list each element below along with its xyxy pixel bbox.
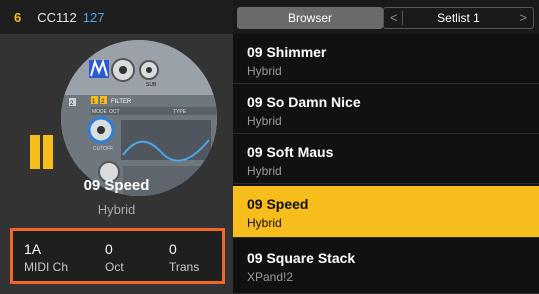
patch-item-name: 09 Soft Maus	[247, 144, 334, 160]
cc-label: CC112	[37, 9, 77, 25]
art-label-filter: FILTER	[111, 99, 132, 105]
art-label-oct: OCT	[109, 109, 120, 115]
cc-value: 127	[82, 9, 105, 25]
patch-list-item-selected[interactable]: 09 Speed Hybrid	[233, 186, 539, 238]
octave-value: 0	[105, 241, 113, 257]
patch-item-type: Hybrid	[247, 114, 282, 128]
patch-item-name: 09 Speed	[247, 196, 309, 212]
midi-channel-label: MIDI Ch	[24, 260, 69, 274]
patch-item-type: Hybrid	[247, 164, 282, 178]
patch-item-type: XPand!2	[247, 270, 294, 284]
transpose-control[interactable]: 0 Trans	[169, 241, 199, 274]
midi-status-bar: 6 CC112 127	[0, 0, 233, 34]
browser-panel: Browser < Setlist 1 > 09 Shimmer Hybrid …	[233, 0, 539, 294]
divider	[402, 11, 403, 25]
patch-list-item[interactable]: 09 Shimmer Hybrid	[233, 34, 539, 84]
midi-channel-control[interactable]: 1A MIDI Ch	[24, 241, 68, 274]
volume-meter	[30, 135, 54, 169]
patch-item-type: Hybrid	[247, 216, 282, 230]
transpose-label: Trans	[169, 260, 200, 274]
art-label-sub: SUB	[146, 82, 157, 88]
patch-list-item[interactable]: 09 Soft Maus Hybrid	[233, 134, 539, 184]
chevron-right-icon[interactable]: >	[519, 8, 527, 28]
art-label-cutoff: CUTOFF	[93, 146, 113, 152]
patch-item-name: 09 Square Stack	[247, 250, 356, 266]
art-label-mode: MODE	[92, 109, 108, 115]
current-patch-name: 09 Speed	[83, 177, 150, 194]
patch-panel: 6 CC112 127 SUB 2 1 2 FILTER MODE OCT TY…	[0, 0, 233, 294]
chevron-left-icon[interactable]: <	[390, 8, 398, 28]
patch-list-item[interactable]: 09 So Damn Nice Hybrid	[233, 84, 539, 134]
patch-item-name: 09 So Damn Nice	[247, 94, 361, 110]
art-label-type: TYPE	[173, 109, 187, 115]
patch-item-name: 09 Shimmer	[247, 44, 327, 60]
tab-browser[interactable]: Browser	[237, 7, 383, 29]
midi-channel-value: 1A	[24, 241, 42, 257]
setlist-selector[interactable]: < Setlist 1 >	[383, 7, 534, 29]
octave-control[interactable]: 0 Oct	[105, 241, 124, 274]
patch-item-type: Hybrid	[247, 64, 282, 78]
channel-number: 6	[14, 9, 22, 25]
patch-list-item[interactable]: 09 Square Stack XPand!2	[233, 240, 539, 294]
tab-bar: Browser < Setlist 1 >	[233, 0, 539, 34]
meter-bar-right	[43, 135, 53, 169]
meter-bar-left	[30, 135, 40, 169]
synth-panel-art: SUB 2 1 2 FILTER MODE OCT TYPE CUTOFF	[61, 40, 217, 196]
octave-label: Oct	[105, 260, 124, 274]
setlist-label: Setlist 1	[437, 11, 480, 25]
midi-settings-box[interactable]: 1A MIDI Ch 0 Oct 0 Trans	[10, 228, 225, 284]
transpose-value: 0	[169, 241, 177, 257]
patch-artwork[interactable]: SUB 2 1 2 FILTER MODE OCT TYPE CUTOFF	[61, 40, 217, 196]
current-patch-type: Hybrid	[97, 202, 136, 217]
